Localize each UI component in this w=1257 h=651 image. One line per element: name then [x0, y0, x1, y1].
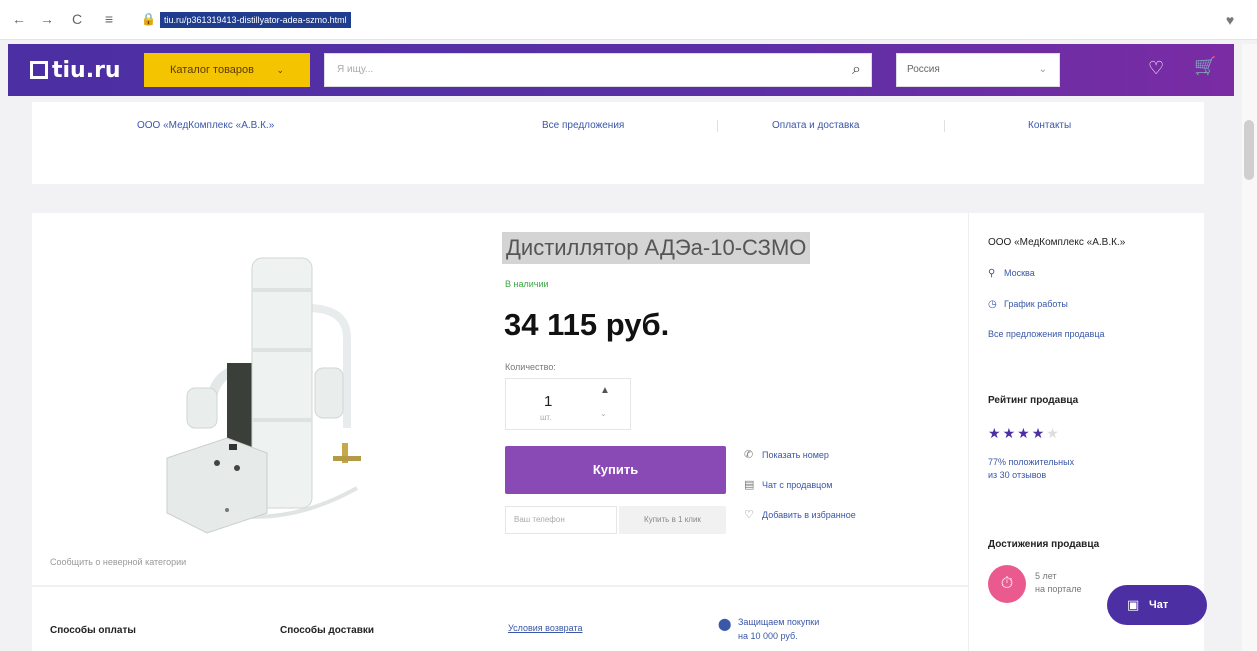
buyer-protection-link[interactable]: ⬤ Защищаем покупки на 10 000 руб.: [718, 615, 820, 643]
search-placeholder: Я ищу...: [337, 64, 374, 75]
chat-icon: ▤: [744, 479, 755, 491]
increment-icon[interactable]: ▲: [600, 385, 610, 396]
storenav-item-company[interactable]: ООО «МедКомплекс «А.В.К.»: [137, 120, 274, 131]
clock-icon: ◷: [988, 299, 997, 310]
star-filled-icon: ★: [1017, 425, 1032, 441]
location-pin-icon: ⚲: [988, 268, 996, 279]
region-select[interactable]: Россия ⌄: [896, 53, 1060, 87]
achievement-desc: на портале: [1035, 584, 1082, 594]
storenav-item-contacts[interactable]: Контакты: [1028, 120, 1071, 131]
stock-status: В наличии: [505, 279, 549, 289]
search-icon[interactable]: ⌕: [852, 54, 861, 86]
storenav-item-payment-delivery[interactable]: Оплата и доставка: [772, 120, 859, 131]
product-title: Дистиллятор АДЭа-10-СЗМО: [502, 232, 811, 264]
quantity-value[interactable]: 1: [544, 393, 552, 410]
achievement-years: 5 лет: [1035, 571, 1057, 581]
quantity-unit: шт.: [540, 413, 552, 422]
catalog-button[interactable]: Каталог товаров ⌄: [144, 53, 310, 87]
show-phone-label: Показать номер: [762, 450, 829, 460]
delivery-methods-title: Способы доставки: [280, 625, 375, 636]
logo-text: tiu.ru: [52, 57, 121, 83]
star-empty-icon: ★: [1046, 425, 1061, 441]
rating-count: из 30 отзывов: [988, 470, 1047, 480]
store-navigation: ООО «МедКомплекс «А.В.К.» Все предложени…: [32, 102, 1204, 184]
star-filled-icon: ★: [988, 425, 1003, 441]
chevron-down-icon: ⌄: [1038, 64, 1047, 75]
seller-name[interactable]: ООО «МедКомплекс «А.В.К.»: [988, 237, 1125, 248]
achievement-text: 5 лет на портале: [1035, 570, 1081, 596]
seller-city: Москва: [1004, 268, 1035, 278]
chat-bubble-icon: ▣: [1127, 597, 1140, 612]
chat-label: Чат: [1149, 599, 1169, 611]
seller-rating-title: Рейтинг продавца: [988, 395, 1079, 406]
lock-icon: 🔒: [141, 12, 156, 26]
rating-stars: ★★★★★: [988, 425, 1061, 442]
catalog-label: Каталог товаров: [170, 64, 254, 76]
purchase-info-section: Способы оплаты Способы доставки Условия …: [32, 586, 968, 651]
chat-with-seller-label: Чат с продавцом: [762, 480, 833, 490]
achievements-title: Достижения продавца: [988, 539, 1100, 550]
storenav-divider: [717, 120, 718, 132]
timer-badge-icon: ⏱: [988, 565, 1026, 603]
logo-square-icon: [30, 61, 48, 79]
return-policy-link[interactable]: Условия возврата: [508, 623, 583, 633]
region-value: Россия: [907, 64, 940, 75]
product-card: Сообщить о неверной категории Дистиллято…: [32, 213, 968, 585]
reload-icon[interactable]: C: [68, 10, 86, 28]
phone-icon: ✆: [744, 449, 754, 461]
product-price: 34 115 руб.: [504, 307, 670, 342]
quantity-stepper[interactable]: 1 шт. ▲ ⌄: [505, 378, 631, 430]
star-filled-icon: ★: [1002, 425, 1018, 441]
forward-icon[interactable]: →: [38, 10, 56, 28]
storenav-divider: [944, 120, 945, 132]
shield-icon: ⬤: [718, 617, 732, 631]
chat-button[interactable]: ▣ Чат: [1107, 585, 1207, 625]
protection-line-1: Защищаем покупки: [738, 617, 820, 627]
reader-icon[interactable]: ≡: [100, 10, 118, 28]
quantity-label: Количество:: [505, 362, 556, 372]
report-category-link[interactable]: Сообщить о неверной категории: [50, 557, 186, 567]
site-logo[interactable]: tiu.ru: [30, 56, 121, 84]
phone-input[interactable]: Ваш телефон: [505, 506, 617, 534]
chevron-down-icon: ⌄: [276, 65, 284, 75]
product-image[interactable]: [157, 248, 417, 538]
browser-toolbar: ← → C ≡ 🔒 tiu.ru/p361319413-distillyator…: [0, 0, 1257, 40]
bookmark-icon[interactable]: ♥: [1220, 10, 1240, 30]
cart-icon[interactable]: 🛒: [1194, 56, 1216, 77]
chat-with-seller-link[interactable]: ▤ Чат с продавцом: [744, 477, 832, 493]
star-filled-icon: ★: [1031, 425, 1047, 441]
add-to-favorites-link[interactable]: ♡ Добавить в избранное: [744, 507, 856, 523]
seller-schedule-link[interactable]: ◷ График работы: [988, 299, 1068, 310]
site-header: tiu.ru Каталог товаров ⌄ Я ищу... ⌕ Росс…: [8, 44, 1234, 96]
address-bar[interactable]: tiu.ru/p361319413-distillyator-adea-szmo…: [160, 12, 351, 28]
add-to-favorites-label: Добавить в избранное: [762, 510, 856, 520]
one-click-buy-button[interactable]: Купить в 1 клик: [619, 506, 726, 534]
back-icon[interactable]: ←: [10, 10, 28, 28]
seller-reviews-link[interactable]: 77% положительных из 30 отзывов: [988, 456, 1074, 482]
payment-methods-title: Способы оплаты: [50, 625, 136, 636]
buy-button[interactable]: Купить: [505, 446, 726, 494]
scrollbar-thumb[interactable]: [1244, 120, 1254, 180]
favorites-icon[interactable]: ♡: [1148, 58, 1164, 79]
rating-percent: 77% положительных: [988, 457, 1075, 467]
show-phone-link[interactable]: ✆ Показать номер: [744, 447, 829, 463]
heart-icon: ♡: [744, 509, 754, 521]
protection-line-2: на 10 000 руб.: [738, 631, 798, 641]
seller-all-offers-link[interactable]: Все предложения продавца: [988, 329, 1105, 339]
storenav-item-all-offers[interactable]: Все предложения: [542, 120, 624, 131]
decrement-icon[interactable]: ⌄: [600, 409, 607, 418]
seller-city-link[interactable]: ⚲ Москва: [988, 268, 1035, 279]
seller-schedule: График работы: [1004, 299, 1068, 309]
search-input[interactable]: Я ищу... ⌕: [324, 53, 872, 87]
